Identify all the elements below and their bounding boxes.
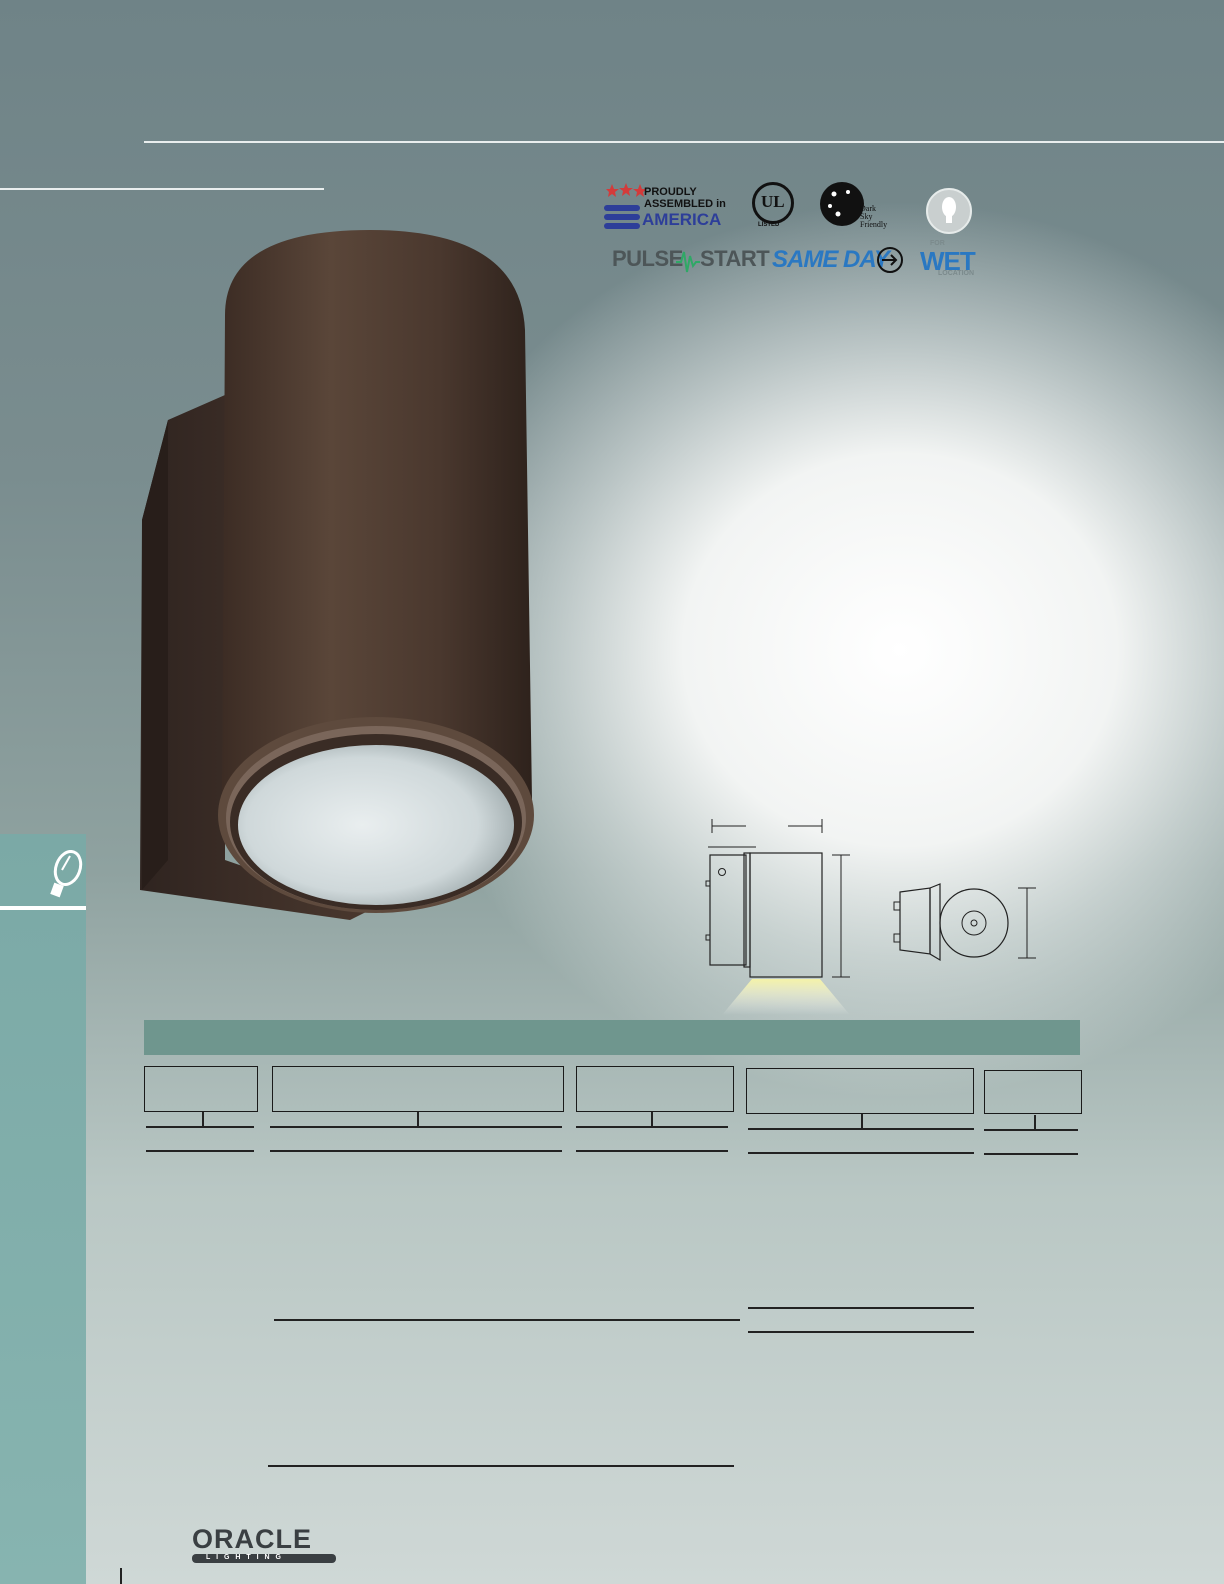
option-rule xyxy=(270,1126,562,1128)
bulb-seal-logo xyxy=(926,188,972,234)
front-dimension-drawing xyxy=(893,883,1036,962)
star-icon xyxy=(606,183,647,197)
america-line2: ASSEMBLED in xyxy=(644,198,726,210)
option-rule xyxy=(576,1126,728,1128)
spec-rule xyxy=(274,1319,740,1321)
option-rule xyxy=(748,1128,974,1130)
ul-caption: LISTED xyxy=(758,222,780,228)
flag-stripe xyxy=(604,214,640,220)
page-edge-mark xyxy=(120,1568,122,1584)
darksky-line3: Friendly xyxy=(860,220,888,229)
assembled-in-america-logo: PROUDLY ASSEMBLED in AMERICA xyxy=(604,183,732,239)
ul-mark: UL xyxy=(761,192,785,211)
option-rule xyxy=(984,1129,1078,1131)
side-tab xyxy=(0,834,86,1584)
america-line3: AMERICA xyxy=(642,210,722,229)
option-rule xyxy=(146,1126,254,1128)
pulsestart-b: START xyxy=(700,246,770,271)
option-rule xyxy=(270,1150,562,1152)
option-divider xyxy=(202,1112,204,1126)
option-divider xyxy=(417,1112,419,1126)
ordering-info-bar xyxy=(144,1020,1080,1055)
ordering-box-2 xyxy=(272,1066,564,1112)
pulse-wave-icon xyxy=(676,251,700,273)
spec-rule xyxy=(748,1331,974,1333)
bulb-icon xyxy=(942,197,956,223)
flag-stripe xyxy=(604,223,640,229)
ordering-box-5 xyxy=(984,1070,1082,1114)
wet-location-logo: FOR WET LOCATION xyxy=(918,240,988,280)
flag-stripe xyxy=(604,205,640,211)
ordering-box-3 xyxy=(576,1066,734,1112)
option-rule xyxy=(146,1150,254,1152)
option-divider xyxy=(861,1114,863,1128)
pulsestart-a: PULSE xyxy=(612,246,683,271)
pulse-start-logo: PULSE START xyxy=(612,246,770,276)
arrow-right-icon xyxy=(877,247,903,273)
dark-sky-friendly-logo: Dark Sky Friendly xyxy=(820,182,900,232)
option-divider xyxy=(1034,1115,1036,1129)
sameday-text: SAME DAY xyxy=(772,246,890,273)
option-rule xyxy=(984,1153,1078,1155)
bulb-icon xyxy=(50,850,83,898)
oracle-main: ORACLE xyxy=(192,1524,312,1554)
oracle-sub: L I G H T I N G xyxy=(206,1554,283,1561)
oracle-lighting-logo: ORACLE L I G H T I N G xyxy=(192,1524,342,1564)
ordering-box-4 xyxy=(746,1068,974,1114)
product-photo xyxy=(140,230,534,920)
ordering-box-1 xyxy=(144,1066,258,1112)
option-divider xyxy=(651,1112,653,1126)
side-tab-rule xyxy=(0,906,86,910)
ul-listed-logo: UL LISTED xyxy=(750,182,794,230)
option-rule xyxy=(748,1152,974,1154)
america-line1: PROUDLY xyxy=(644,186,697,198)
side-dimension-drawing xyxy=(705,819,850,1015)
header-rule-long xyxy=(144,141,1224,143)
spec-rule xyxy=(748,1307,974,1309)
option-rule xyxy=(576,1150,728,1152)
spec-rule xyxy=(268,1465,734,1467)
same-day-logo: SAME DAY xyxy=(772,244,906,276)
wet-bottom: LOCATION xyxy=(938,270,975,277)
header-rule-short xyxy=(0,188,324,190)
star-icon xyxy=(828,190,850,217)
